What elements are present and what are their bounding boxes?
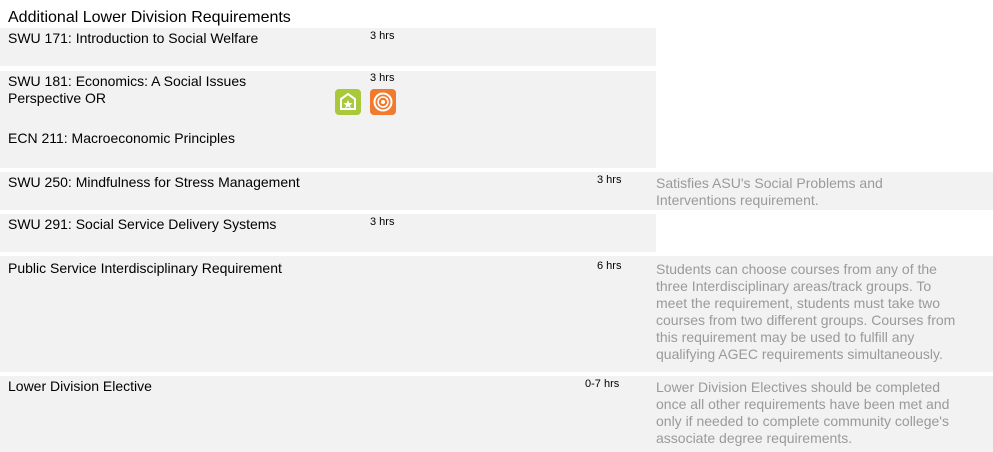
course-name: SWU 171: Introduction to Social Welfare <box>8 30 259 46</box>
course-name-line2: Perspective OR <box>8 90 107 106</box>
note-line: three Interdisciplinary areas/track grou… <box>656 278 932 294</box>
note-line: Satisfies ASU's Social Problems and <box>656 175 883 191</box>
course-note: Students can choose courses from any of … <box>656 261 993 363</box>
note-line: associate degree requirements. <box>656 430 853 446</box>
course-name: SWU 291: Social Service Delivery Systems <box>8 216 277 232</box>
note-line: qualifying AGEC requirements simultaneou… <box>656 346 943 362</box>
note-line: Interventions requirement. <box>656 192 819 208</box>
course-name: Lower Division Elective <box>8 378 152 394</box>
note-line: Lower Division Electives should be compl… <box>656 379 941 395</box>
course-hours: 6 hrs <box>597 260 622 272</box>
general-studies-star-icon[interactable] <box>335 89 361 115</box>
course-alt-name: ECN 211: Macroeconomic Principles <box>8 130 235 146</box>
course-hours: 0-7 hrs <box>585 378 620 390</box>
course-hours: 3 hrs <box>370 72 395 84</box>
course-hours: 3 hrs <box>597 174 622 186</box>
course-note: Satisfies ASU's Social Problems and Inte… <box>656 175 993 209</box>
note-line: courses from two different groups. Cours… <box>656 312 956 328</box>
note-line: only if needed to complete community col… <box>656 413 949 429</box>
note-line: Students can choose courses from any of … <box>656 261 937 277</box>
note-line: meet the requirement, students must take… <box>656 295 941 311</box>
course-name: Public Service Interdisciplinary Require… <box>8 260 282 276</box>
course-name: SWU 250: Mindfulness for Stress Manageme… <box>8 174 300 190</box>
course-name-line1: SWU 181: Economics: A Social Issues <box>8 73 247 89</box>
global-awareness-target-icon[interactable] <box>370 89 396 115</box>
course-note: Lower Division Electives should be compl… <box>656 379 993 447</box>
section-title: Additional Lower Division Requirements <box>8 9 291 26</box>
note-line: this requirement may be used to fulfill … <box>656 329 915 345</box>
course-hours: 3 hrs <box>370 216 395 228</box>
note-line: once all other requirements have been me… <box>656 396 950 412</box>
course-hours: 3 hrs <box>370 30 395 42</box>
